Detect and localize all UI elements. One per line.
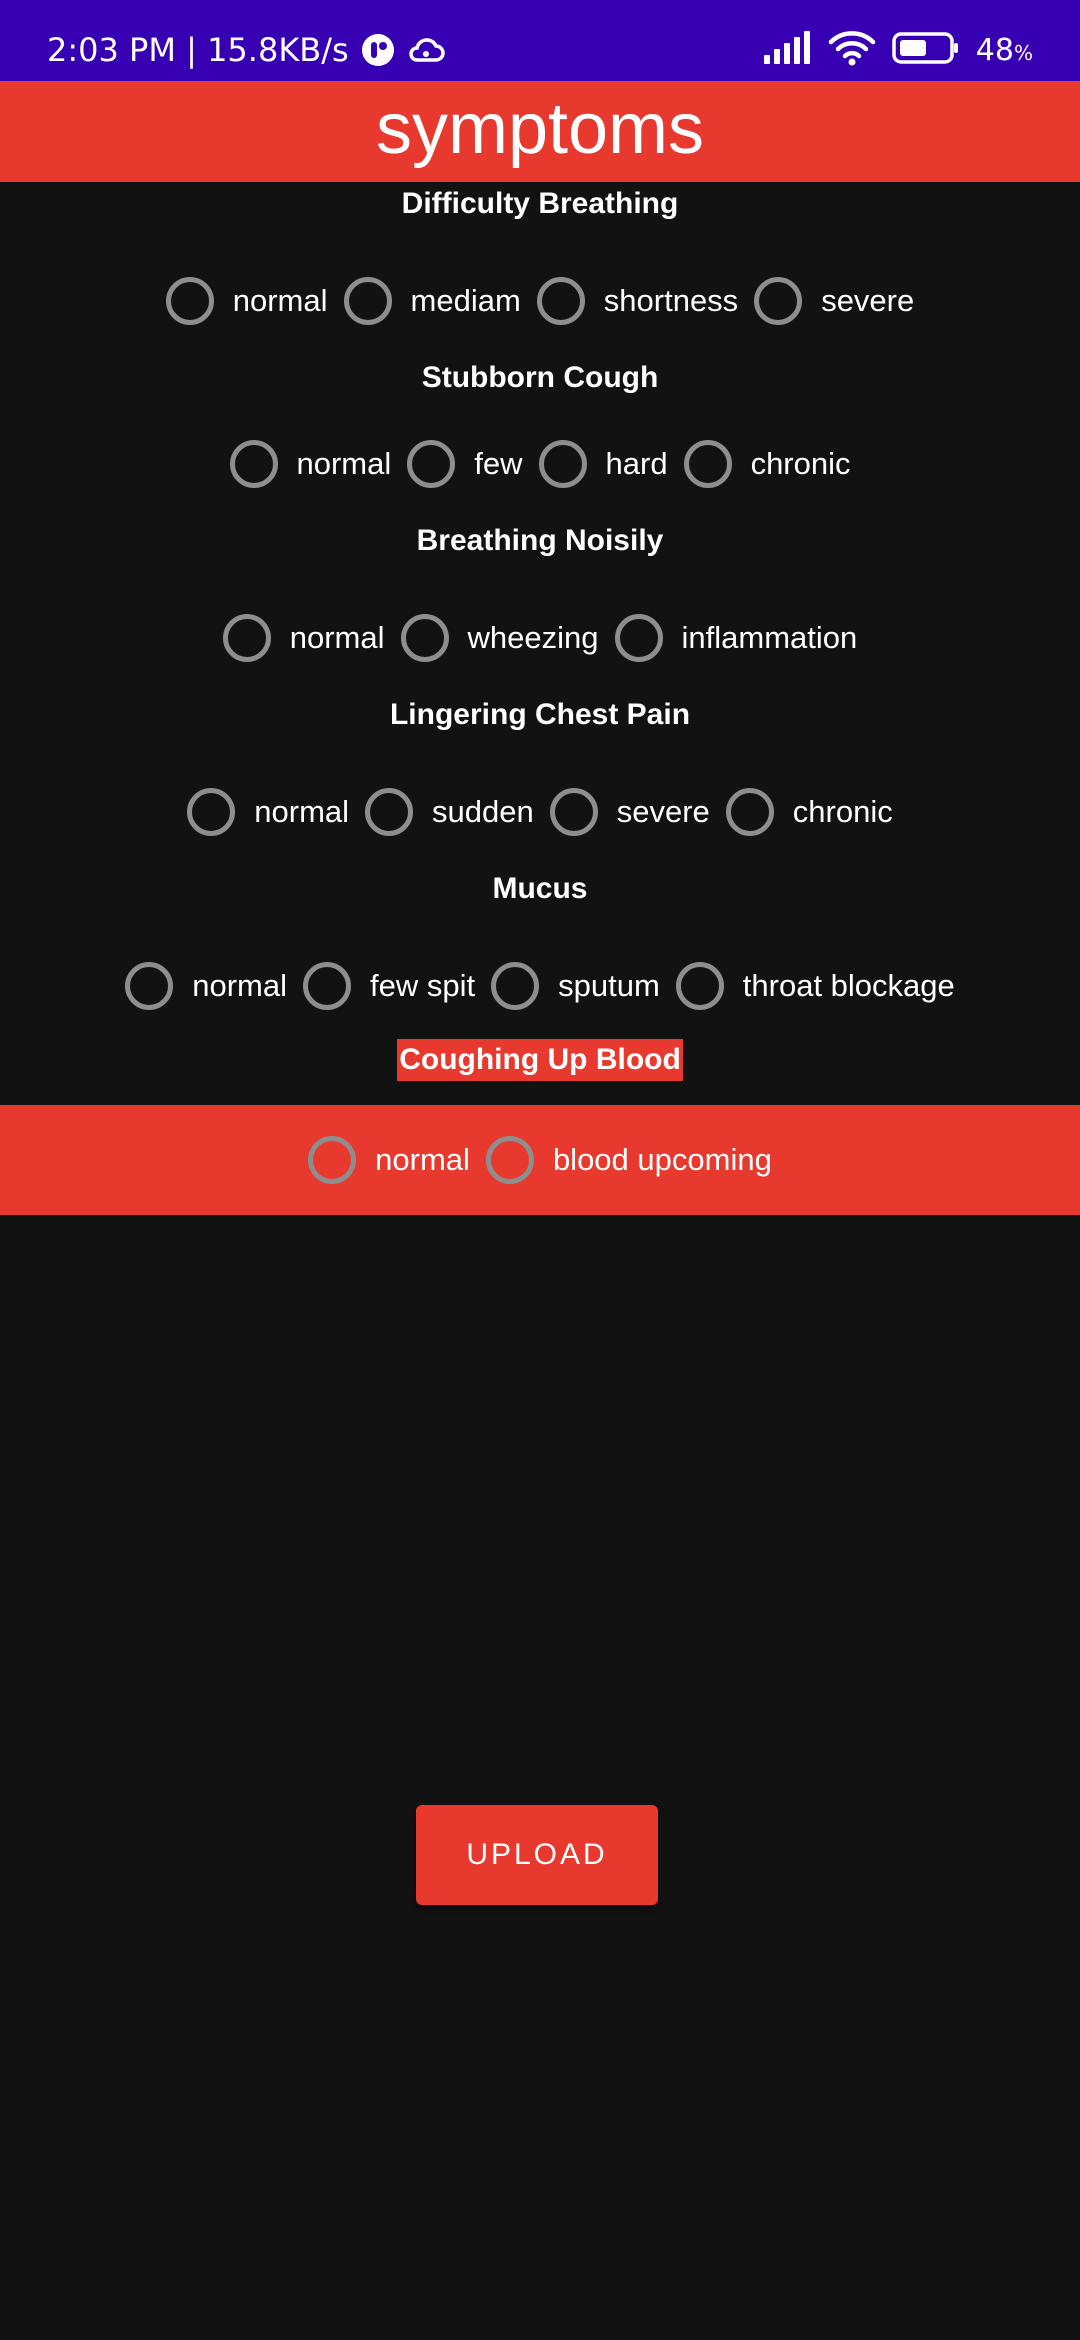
upload-button[interactable]: UPLOAD [416, 1805, 658, 1905]
radio-option-throat-blockage[interactable]: throat blockage [675, 962, 955, 1010]
radio-button[interactable] [549, 788, 598, 836]
battery-icon [892, 31, 960, 70]
radio-label: normal [232, 283, 328, 318]
radio-group-mucus: normal few spit sputum throat blockage [0, 953, 1080, 1019]
radio-option-sudden[interactable]: sudden [365, 788, 534, 836]
radio-button[interactable] [407, 440, 456, 488]
radio-label: normal [254, 794, 350, 829]
radio-label: hard [605, 446, 668, 481]
radio-label: normal [192, 968, 287, 1003]
section-title-difficulty-breathing: Difficulty Breathing [0, 183, 1080, 225]
radio-option-shortness[interactable]: shortness [536, 277, 739, 325]
radio-label: few [474, 446, 523, 481]
radio-option-few[interactable]: few [407, 440, 523, 488]
upload-button-label: UPLOAD [466, 1838, 608, 1871]
section-title-text: Stubborn Cough [421, 361, 659, 394]
radio-label: throat blockage [742, 968, 955, 1003]
radio-button[interactable] [165, 277, 214, 325]
section-title-text: Lingering Chest Pain [389, 698, 691, 731]
section-title-text: Coughing Up Blood [397, 1039, 683, 1081]
radio-label: chronic [750, 446, 851, 481]
radio-label: normal [375, 1142, 470, 1177]
radio-option-normal[interactable]: normal [187, 788, 349, 836]
radio-option-inflammation[interactable]: inflammation [614, 614, 858, 662]
radio-option-normal[interactable]: normal [229, 440, 392, 488]
radio-group-breathing-noisily: normal wheezing inflammation [0, 605, 1080, 671]
section-title-stubborn-cough: Stubborn Cough [0, 357, 1080, 399]
radio-option-normal[interactable]: normal [125, 962, 287, 1010]
section-title-coughing-up-blood: Coughing Up Blood [0, 1039, 1080, 1081]
battery-percentage: 48% [976, 33, 1033, 68]
radio-button[interactable] [365, 788, 414, 836]
radio-button[interactable] [308, 1136, 357, 1184]
radio-button[interactable] [485, 1136, 534, 1184]
radio-option-sputum[interactable]: sputum [491, 962, 660, 1010]
status-bar: 2:03 PM | 15.8KB/s 48% [0, 0, 1080, 81]
radio-button[interactable] [675, 962, 724, 1010]
page-title: symptoms [375, 88, 705, 169]
radio-group-lingering-chest-pain: normal sudden severe chronic [0, 779, 1080, 845]
section-title-text: Mucus [492, 872, 588, 905]
cloud-icon [407, 36, 445, 64]
radio-label: blood upcoming [552, 1142, 772, 1177]
radio-button[interactable] [491, 962, 540, 1010]
radio-group-stubborn-cough: normal few hard chronic [0, 431, 1080, 497]
radio-option-few-spit[interactable]: few spit [303, 962, 475, 1010]
radio-label: normal [296, 446, 392, 481]
radio-group-difficulty-breathing: normal mediam shortness severe [0, 268, 1080, 334]
radio-option-mediam[interactable]: mediam [343, 277, 521, 325]
radio-button[interactable] [614, 614, 663, 662]
radio-button[interactable] [229, 440, 278, 488]
radio-label: sputum [558, 968, 660, 1003]
radio-label: few spit [370, 968, 476, 1003]
app-notification-icon [361, 33, 395, 67]
radio-option-chronic[interactable]: chronic [725, 788, 893, 836]
radio-option-chronic[interactable]: chronic [683, 440, 851, 488]
radio-option-wheezing[interactable]: wheezing [400, 614, 599, 662]
section-title-text: Breathing Noisily [416, 524, 664, 557]
radio-button[interactable] [303, 962, 351, 1010]
radio-button[interactable] [222, 614, 271, 662]
radio-button[interactable] [125, 962, 174, 1010]
battery-unit: % [1013, 40, 1033, 65]
radio-option-normal[interactable]: normal [222, 614, 385, 662]
section-title-lingering-chest-pain: Lingering Chest Pain [0, 694, 1080, 736]
radio-button[interactable] [400, 614, 449, 662]
radio-button[interactable] [538, 440, 587, 488]
radio-label: sudden [432, 794, 534, 829]
radio-label: wheezing [467, 620, 599, 655]
radio-option-normal[interactable]: normal [165, 277, 328, 325]
radio-option-hard[interactable]: hard [538, 440, 668, 488]
radio-label: shortness [603, 283, 739, 318]
radio-label: normal [289, 620, 385, 655]
radio-label: inflammation [681, 620, 858, 655]
radio-option-severe[interactable]: severe [549, 788, 710, 836]
radio-button[interactable] [683, 440, 732, 488]
radio-button[interactable] [187, 788, 236, 836]
radio-option-blood-upcoming[interactable]: blood upcoming [485, 1136, 772, 1184]
signal-icon [762, 30, 812, 70]
radio-option-normal[interactable]: normal [308, 1136, 470, 1184]
section-title-mucus: Mucus [0, 868, 1080, 910]
radio-label: severe [821, 283, 915, 318]
section-title-text: Difficulty Breathing [401, 187, 679, 220]
radio-label: mediam [410, 283, 521, 318]
radio-button[interactable] [536, 277, 585, 325]
radio-button[interactable] [343, 277, 392, 325]
radio-option-severe[interactable]: severe [754, 277, 914, 325]
radio-label: chronic [792, 794, 893, 829]
radio-button[interactable] [754, 277, 803, 325]
radio-group-coughing-up-blood: normal blood upcoming [0, 1105, 1080, 1215]
battery-level: 48 [975, 32, 1014, 68]
radio-label: severe [616, 794, 710, 829]
status-time-speed: 2:03 PM | 15.8KB/s [47, 31, 349, 69]
radio-button[interactable] [725, 788, 774, 836]
section-title-breathing-noisily: Breathing Noisily [0, 520, 1080, 562]
app-bar: symptoms [0, 81, 1080, 182]
wifi-icon [828, 30, 876, 71]
